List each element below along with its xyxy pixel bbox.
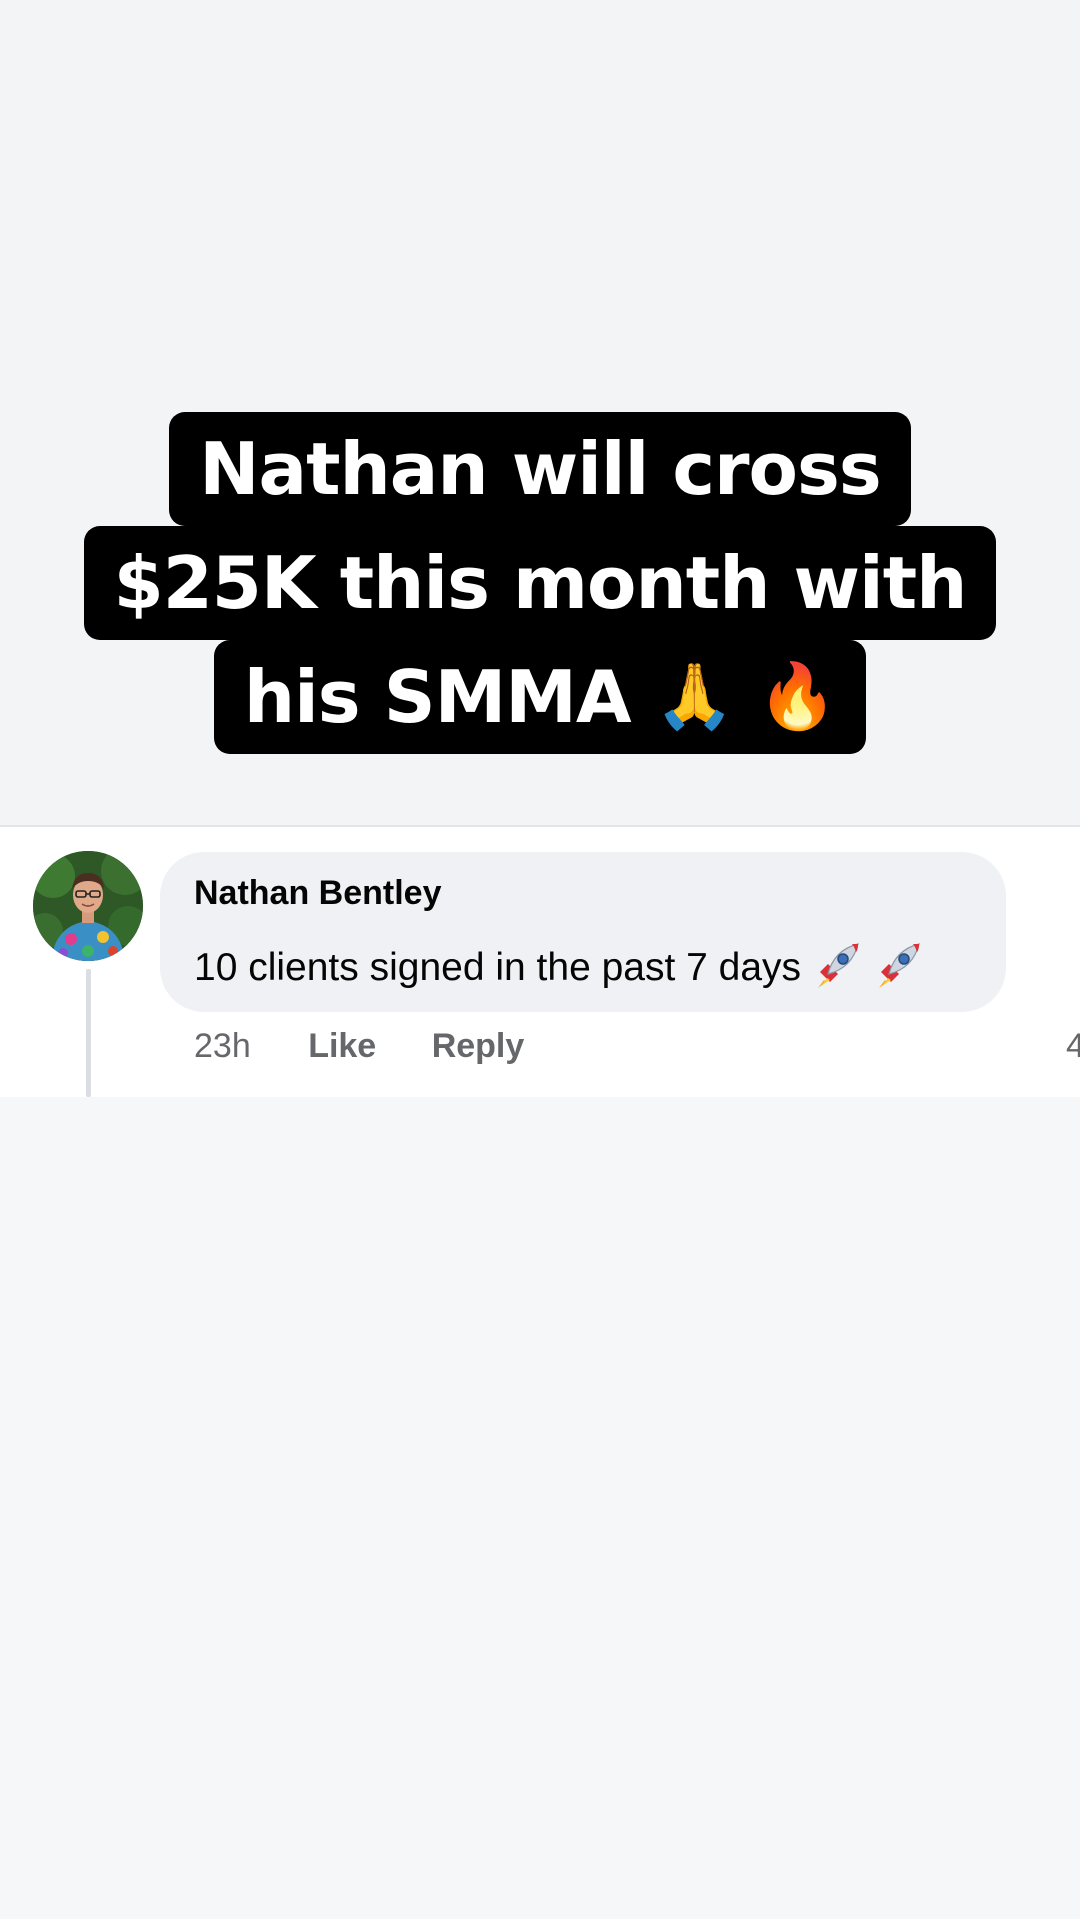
caption-line-2-text: $25K this month with — [113, 541, 968, 625]
reply-button[interactable]: Reply — [432, 1027, 525, 1066]
avatar[interactable] — [33, 851, 143, 961]
thread-line — [86, 969, 91, 1097]
comment-message: 10 clients signed in the past 7 days — [194, 940, 923, 990]
caption-overlay: Nathan will cross $25K this month with h… — [0, 412, 1080, 754]
praying-hands-icon: 🙏 — [654, 660, 735, 734]
caption-line-3-text: his SMMA — [243, 655, 632, 739]
avatar-photo — [33, 851, 143, 961]
comment-timestamp[interactable]: 23h — [194, 1027, 251, 1066]
caption-line-1-text: Nathan will cross — [199, 427, 881, 511]
empty-background — [0, 1097, 1080, 1919]
like-button[interactable]: Like — [308, 1027, 376, 1066]
comment-actions: 23h Like Reply — [194, 1027, 524, 1066]
comment-bubble: Nathan Bentley 10 clients signed in the … — [160, 852, 1006, 1012]
reaction-count-partial: 4 — [1066, 1027, 1080, 1065]
comment-author[interactable]: Nathan Bentley — [194, 874, 442, 913]
rocket-icon — [878, 943, 920, 988]
comment-message-text: 10 clients signed in the past 7 days — [194, 946, 802, 989]
fire-icon: 🔥 — [757, 660, 837, 734]
caption-line-1: Nathan will cross — [169, 412, 911, 526]
caption-line-2: $25K this month with — [83, 526, 997, 640]
comment-card: Nathan Bentley 10 clients signed in the … — [0, 825, 1080, 1099]
caption-line-3: his SMMA 🙏 🔥 — [213, 640, 867, 754]
rocket-icon — [817, 943, 859, 988]
caption-area: Nathan will cross $25K this month with h… — [0, 0, 1080, 825]
